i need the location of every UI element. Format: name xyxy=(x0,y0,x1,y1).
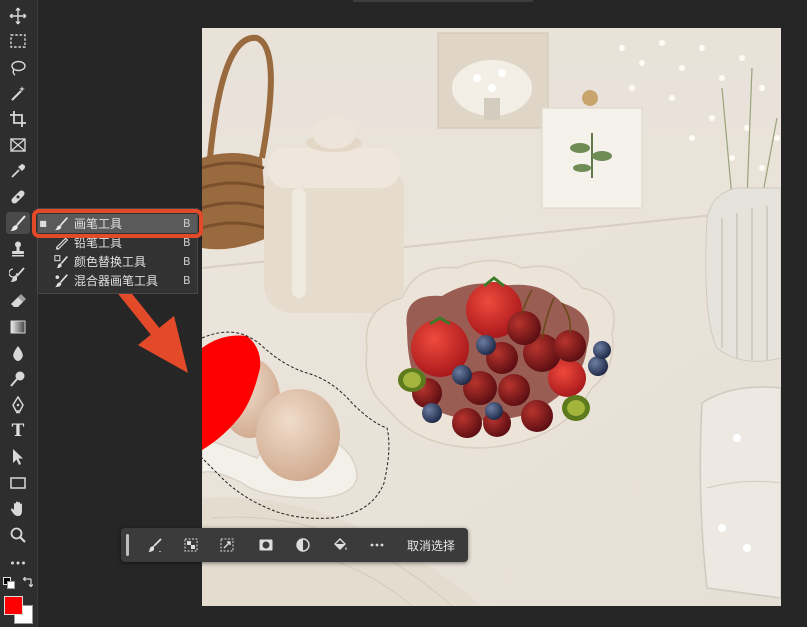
brush-icon xyxy=(10,215,26,231)
more-tools[interactable] xyxy=(6,552,30,574)
brush-tool-flyout: ■ 画笔工具 B 铅笔工具 B 颜色替换工具 B 混合器画笔工具 B xyxy=(37,208,198,294)
mixer-brush-icon xyxy=(52,273,70,289)
flyout-label: 铅笔工具 xyxy=(74,236,123,250)
flyout-item-brush[interactable]: ■ 画笔工具 B xyxy=(38,214,197,233)
eraser-tool[interactable] xyxy=(6,290,30,312)
brush-selection-icon xyxy=(148,538,162,553)
rectangle-icon xyxy=(10,477,26,489)
flyout-item-color-replacement[interactable]: 颜色替换工具 B xyxy=(38,252,197,271)
transform-icon xyxy=(220,538,234,552)
zoom-icon xyxy=(10,527,26,543)
document-canvas[interactable] xyxy=(202,28,781,606)
blur-icon xyxy=(13,346,23,361)
magic-wand-icon xyxy=(11,86,25,101)
hand-tool[interactable] xyxy=(6,498,30,520)
shortcut-key: B xyxy=(183,255,191,268)
history-brush-icon xyxy=(9,267,25,282)
eraser-icon xyxy=(11,294,26,307)
type-icon: T xyxy=(11,421,25,441)
path-select-tool[interactable] xyxy=(6,446,30,468)
pen-icon xyxy=(12,396,24,414)
mask-icon xyxy=(259,539,273,551)
dodge-tool[interactable] xyxy=(6,368,30,390)
frame-tool[interactable] xyxy=(6,134,30,156)
flyout-item-mixer-brush[interactable]: 混合器画笔工具 B xyxy=(38,271,197,290)
adjustment-icon xyxy=(296,538,310,552)
move-tool[interactable] xyxy=(6,5,30,27)
select-subject-button[interactable] xyxy=(179,534,203,556)
lasso-tool[interactable] xyxy=(6,57,30,79)
modify-selection-button[interactable] xyxy=(143,534,167,556)
marquee-icon xyxy=(10,34,26,48)
shortcut-key: B xyxy=(183,236,191,249)
transform-selection-button[interactable] xyxy=(215,534,239,556)
stamp-icon xyxy=(12,241,24,257)
deselect-button[interactable]: 取消选择 xyxy=(407,537,455,554)
eyedropper-tool[interactable] xyxy=(6,160,30,182)
lasso-icon xyxy=(11,60,26,76)
frame-icon xyxy=(10,138,26,152)
stamp-tool[interactable] xyxy=(6,238,30,260)
crop-icon xyxy=(10,111,26,127)
eyedropper-icon xyxy=(11,164,26,178)
hand-icon xyxy=(10,501,22,516)
zoom-tool[interactable] xyxy=(6,524,30,546)
paint-bucket-icon xyxy=(334,538,347,550)
flyout-item-pencil[interactable]: 铅笔工具 B xyxy=(38,233,197,252)
magic-wand-tool[interactable] xyxy=(6,82,30,104)
flyout-label: 画笔工具 xyxy=(74,217,123,231)
drag-handle[interactable] xyxy=(126,534,129,556)
marquee-tool[interactable] xyxy=(6,30,30,52)
select-subject-icon xyxy=(184,538,198,552)
more-icon xyxy=(11,561,25,565)
tools-panel: T xyxy=(0,0,38,627)
brush-tool[interactable] xyxy=(6,212,30,234)
pencil-icon xyxy=(52,235,70,251)
flyout-label: 颜色替换工具 xyxy=(74,255,147,269)
history-brush-tool[interactable] xyxy=(6,264,30,286)
move-icon xyxy=(9,7,27,25)
gradient-tool[interactable] xyxy=(6,316,30,338)
swap-colors-icon[interactable] xyxy=(21,577,33,589)
fill-selection-button[interactable] xyxy=(328,534,352,556)
gradient-icon xyxy=(10,320,26,334)
photo-image xyxy=(202,28,781,606)
adjustment-layer-button[interactable] xyxy=(291,534,315,556)
dodge-icon xyxy=(10,371,25,387)
brush-icon xyxy=(52,216,70,232)
mask-button[interactable] xyxy=(254,534,278,556)
shortcut-key: B xyxy=(183,274,191,287)
pen-tool[interactable] xyxy=(6,394,30,416)
default-colors-icon[interactable] xyxy=(3,577,15,589)
path-select-icon xyxy=(13,449,23,465)
contextual-task-bar: 取消选择 xyxy=(121,528,468,562)
shortcut-key: B xyxy=(183,217,191,230)
more-options-button[interactable] xyxy=(365,534,389,556)
color-replacement-icon xyxy=(52,254,70,270)
foreground-color-swatch[interactable] xyxy=(4,596,23,615)
document-tab-edge xyxy=(353,0,533,2)
more-icon xyxy=(370,543,384,547)
healing-icon xyxy=(11,190,25,204)
rectangle-tool[interactable] xyxy=(6,472,30,494)
type-tool[interactable]: T xyxy=(6,420,30,442)
selected-dot: ■ xyxy=(39,219,47,228)
flyout-label: 混合器画笔工具 xyxy=(74,274,159,288)
crop-tool[interactable] xyxy=(6,108,30,130)
blur-tool[interactable] xyxy=(6,342,30,364)
healing-tool[interactable] xyxy=(6,186,30,208)
